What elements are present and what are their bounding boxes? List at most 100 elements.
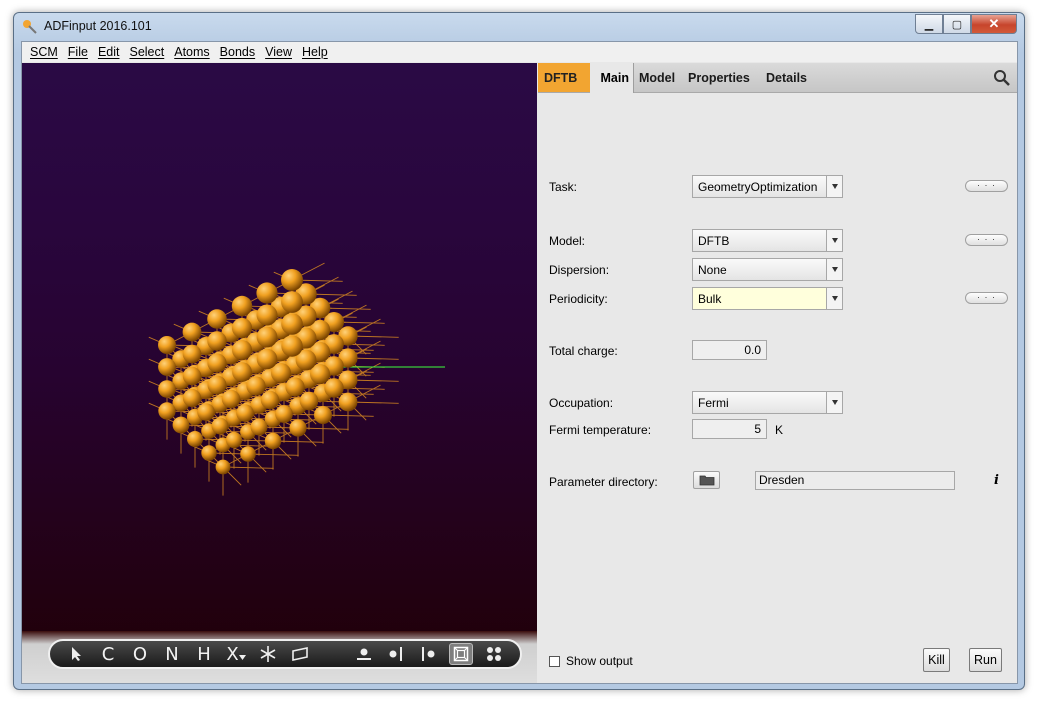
- atom[interactable]: [250, 418, 268, 436]
- align-bottom-tool[interactable]: [348, 642, 380, 666]
- atom[interactable]: [207, 353, 227, 373]
- select-tool[interactable]: [60, 642, 92, 666]
- atom[interactable]: [182, 388, 202, 408]
- periodicity-more-button[interactable]: · · ·: [965, 292, 1008, 304]
- oxygen-tool[interactable]: O: [124, 642, 156, 666]
- crystal-structure[interactable]: [22, 63, 537, 631]
- atom[interactable]: [207, 309, 227, 329]
- parameter-directory-input[interactable]: Dresden: [755, 471, 955, 490]
- close-icon: ✕: [988, 16, 1000, 31]
- atom[interactable]: [338, 392, 358, 412]
- atom[interactable]: [240, 446, 256, 462]
- periodicity-value: Bulk: [698, 291, 722, 306]
- atom[interactable]: [231, 295, 253, 317]
- atom[interactable]: [182, 366, 202, 386]
- molecule-viewer[interactable]: C O N H X: [22, 63, 537, 683]
- atom[interactable]: [182, 322, 202, 342]
- atom[interactable]: [256, 326, 278, 348]
- align-right-tool[interactable]: [380, 642, 412, 666]
- atom[interactable]: [275, 405, 293, 423]
- show-output-checkbox[interactable]: [549, 656, 560, 667]
- atom[interactable]: [281, 335, 303, 357]
- atom[interactable]: [256, 282, 278, 304]
- menu-atoms[interactable]: Atoms: [169, 45, 214, 59]
- atom[interactable]: [187, 431, 203, 447]
- info-icon[interactable]: i: [994, 473, 999, 488]
- model-more-button[interactable]: · · ·: [965, 234, 1008, 246]
- atom[interactable]: [221, 389, 241, 409]
- atom[interactable]: [285, 377, 305, 397]
- menu-file[interactable]: File: [63, 45, 93, 59]
- search-icon[interactable]: [993, 69, 1011, 87]
- freeze-tool[interactable]: [252, 642, 284, 666]
- menu-edit[interactable]: Edit: [93, 45, 125, 59]
- molecules-tool[interactable]: [478, 642, 510, 666]
- chevron-down-icon: [826, 259, 842, 280]
- task-more-button[interactable]: · · ·: [965, 180, 1008, 192]
- menu-help[interactable]: Help: [297, 45, 333, 59]
- atom[interactable]: [182, 344, 202, 364]
- atom[interactable]: [211, 417, 229, 435]
- atom[interactable]: [201, 445, 217, 461]
- atom[interactable]: [215, 459, 231, 475]
- tab-model[interactable]: Model: [639, 63, 675, 92]
- atom[interactable]: [256, 348, 278, 370]
- total-charge-input[interactable]: 0.0: [692, 340, 767, 360]
- menu-scm[interactable]: SCM: [25, 45, 63, 59]
- atom[interactable]: [281, 291, 303, 313]
- atom[interactable]: [207, 375, 227, 395]
- atom[interactable]: [324, 378, 344, 398]
- fermi-temperature-input[interactable]: 5: [692, 419, 767, 439]
- tab-main[interactable]: Main: [590, 63, 634, 93]
- model-select[interactable]: DFTB: [692, 229, 843, 252]
- plane-tool[interactable]: [284, 642, 316, 666]
- atom[interactable]: [314, 406, 332, 424]
- atom[interactable]: [158, 380, 176, 398]
- app-window: ADFinput 2016.101 ▁ ▢ ✕ SCM File Edit Se…: [13, 12, 1025, 690]
- kill-button[interactable]: Kill: [923, 648, 950, 672]
- atom[interactable]: [299, 391, 319, 411]
- nitrogen-tool[interactable]: N: [156, 642, 188, 666]
- atom[interactable]: [236, 404, 254, 422]
- atom[interactable]: [158, 402, 176, 420]
- atom[interactable]: [281, 269, 303, 291]
- menu-bonds[interactable]: Bonds: [215, 45, 260, 59]
- periodicity-select[interactable]: Bulk: [692, 287, 843, 310]
- occupation-select[interactable]: Fermi: [692, 391, 843, 414]
- unit-cell-tool[interactable]: [449, 643, 473, 665]
- menu-view[interactable]: View: [260, 45, 297, 59]
- atom[interactable]: [264, 432, 282, 450]
- tab-details[interactable]: Details: [766, 63, 807, 92]
- app-icon: [23, 20, 37, 34]
- tab-properties[interactable]: Properties: [688, 63, 750, 92]
- atom[interactable]: [207, 331, 227, 351]
- atom[interactable]: [232, 362, 252, 382]
- hydrogen-tool[interactable]: H: [188, 642, 220, 666]
- atom[interactable]: [260, 390, 280, 410]
- atom[interactable]: [158, 336, 176, 354]
- snowflake-icon: [260, 646, 276, 662]
- browse-folder-button[interactable]: [693, 471, 720, 489]
- align-left-tool[interactable]: [412, 642, 444, 666]
- atom[interactable]: [289, 419, 307, 437]
- menu-select[interactable]: Select: [124, 45, 169, 59]
- close-button[interactable]: ✕: [971, 14, 1017, 34]
- maximize-button[interactable]: ▢: [943, 14, 971, 34]
- atom[interactable]: [172, 416, 190, 434]
- atom[interactable]: [158, 358, 176, 376]
- minimize-button[interactable]: ▁: [915, 14, 943, 34]
- dispersion-select[interactable]: None: [692, 258, 843, 281]
- atom[interactable]: [246, 376, 266, 396]
- atom[interactable]: [197, 403, 215, 421]
- tab-dftb[interactable]: DFTB: [538, 63, 601, 92]
- atom[interactable]: [225, 431, 243, 449]
- atom[interactable]: [281, 313, 303, 335]
- atom[interactable]: [231, 317, 253, 339]
- carbon-tool[interactable]: C: [92, 642, 124, 666]
- atom[interactable]: [256, 304, 278, 326]
- task-select[interactable]: GeometryOptimization: [692, 175, 843, 198]
- parameter-directory-label: Parameter directory:: [549, 475, 658, 489]
- run-button[interactable]: Run: [969, 648, 1002, 672]
- atom[interactable]: [232, 340, 252, 360]
- other-element-tool[interactable]: X: [220, 642, 252, 666]
